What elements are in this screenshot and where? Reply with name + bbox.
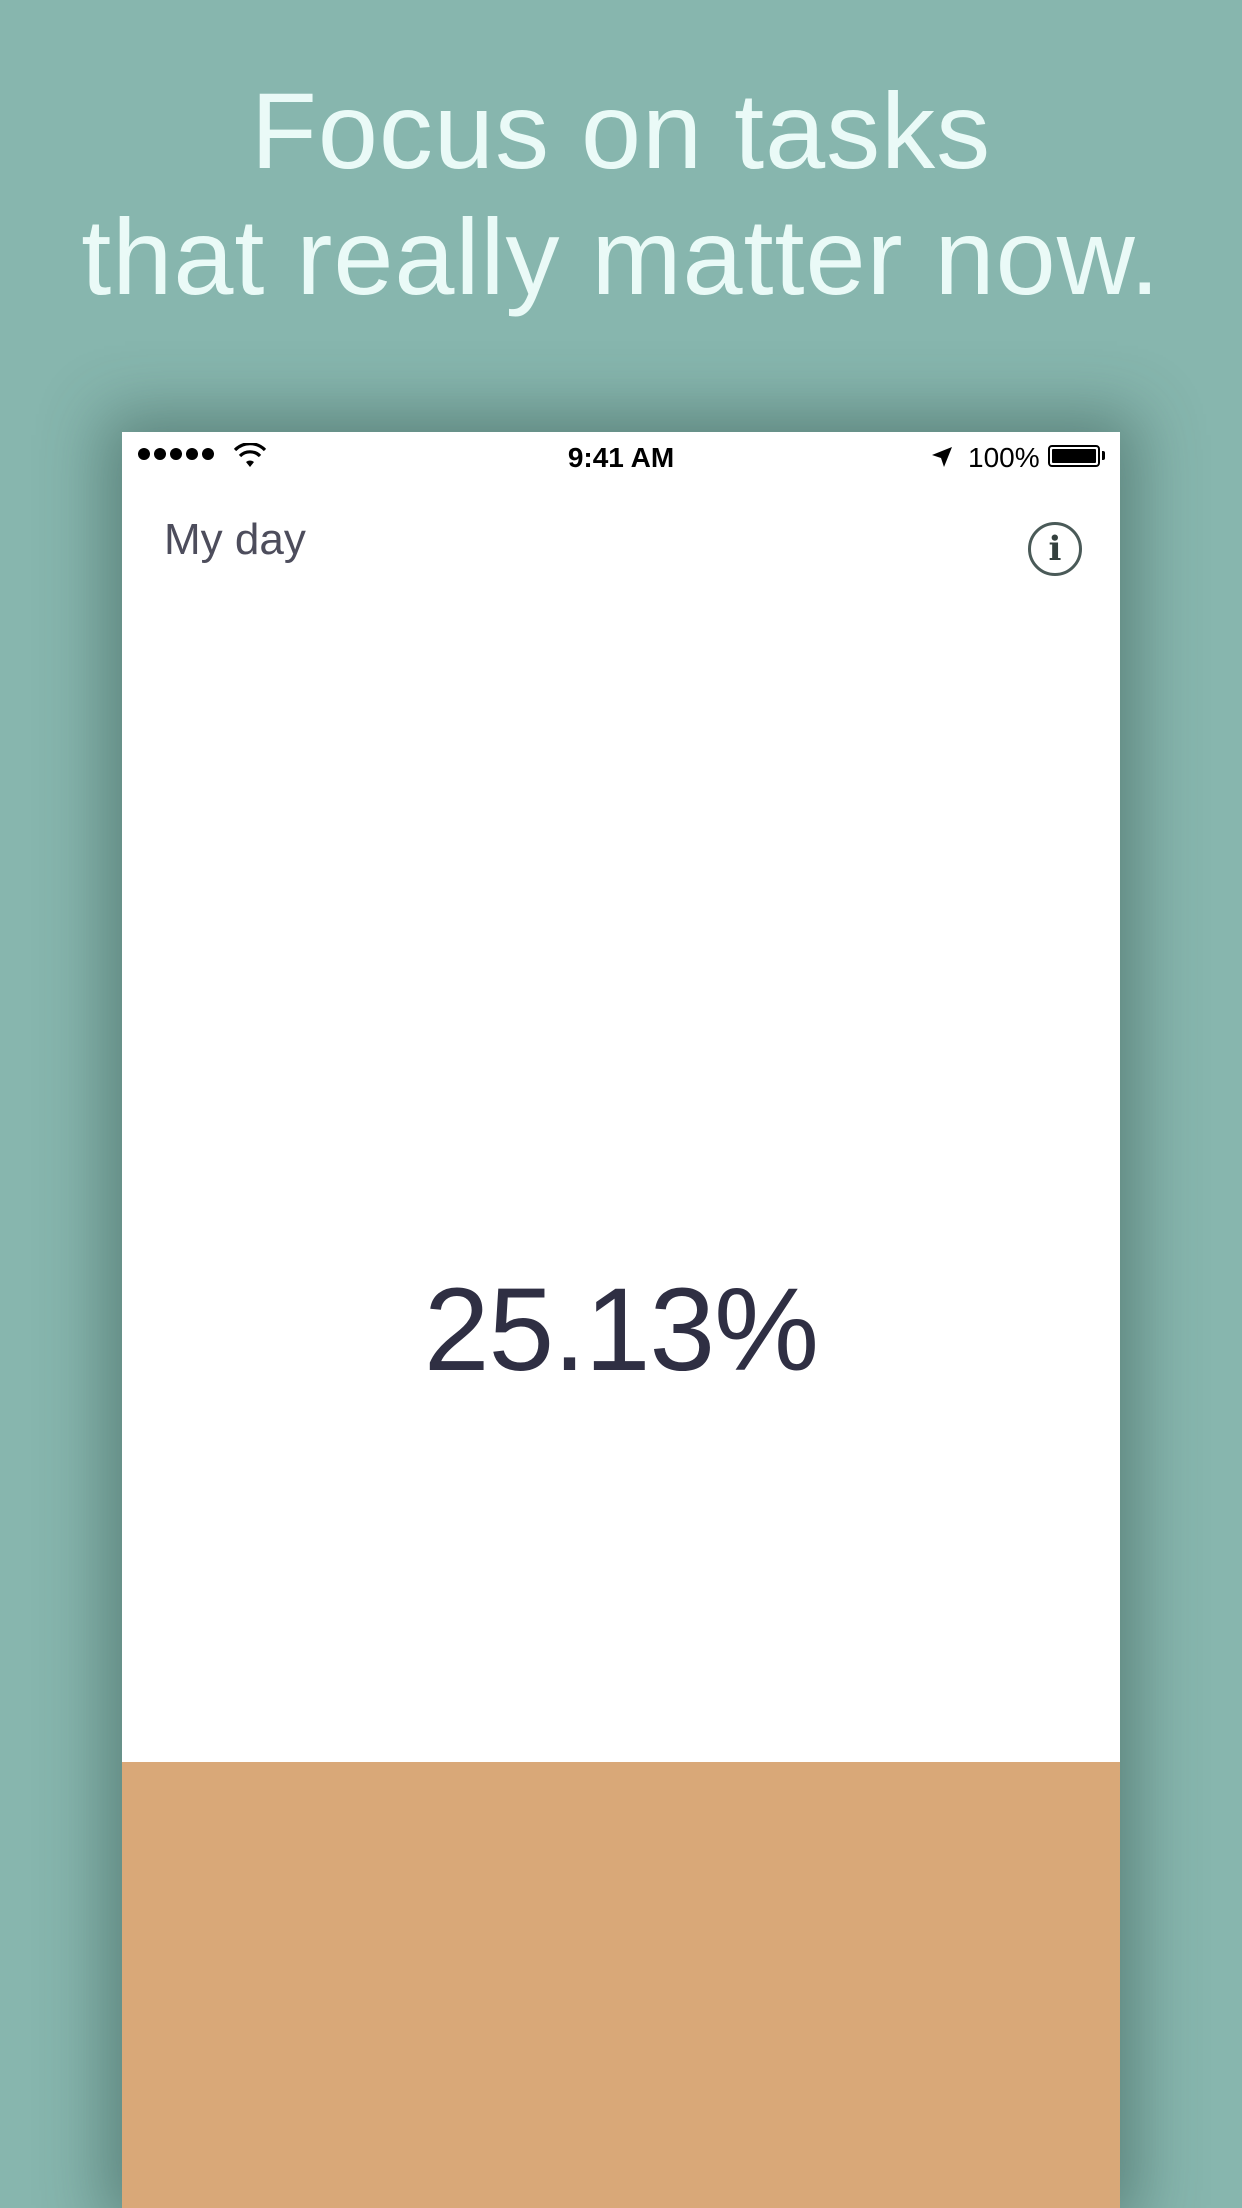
headline-line-2: that really matter now. — [81, 196, 1161, 317]
phone-screen: 9:41 AM 100% My day i 25.13% — [122, 432, 1120, 2208]
headline-line-1: Focus on tasks — [250, 70, 992, 191]
status-bar: 9:41 AM 100% — [122, 432, 1120, 482]
battery-percent: 100% — [968, 442, 1040, 473]
info-glyph: i — [1048, 529, 1062, 569]
info-icon[interactable]: i — [1028, 522, 1082, 576]
progress-percent-label: 25.13% — [423, 1264, 819, 1396]
location-arrow-icon — [932, 447, 952, 467]
page-title: My day — [164, 515, 306, 564]
battery-tip — [1102, 451, 1105, 460]
marketing-headline: Focus on tasks that really matter now. — [0, 68, 1242, 320]
progress-fill — [122, 1762, 1120, 2208]
battery-icon — [1048, 445, 1100, 467]
